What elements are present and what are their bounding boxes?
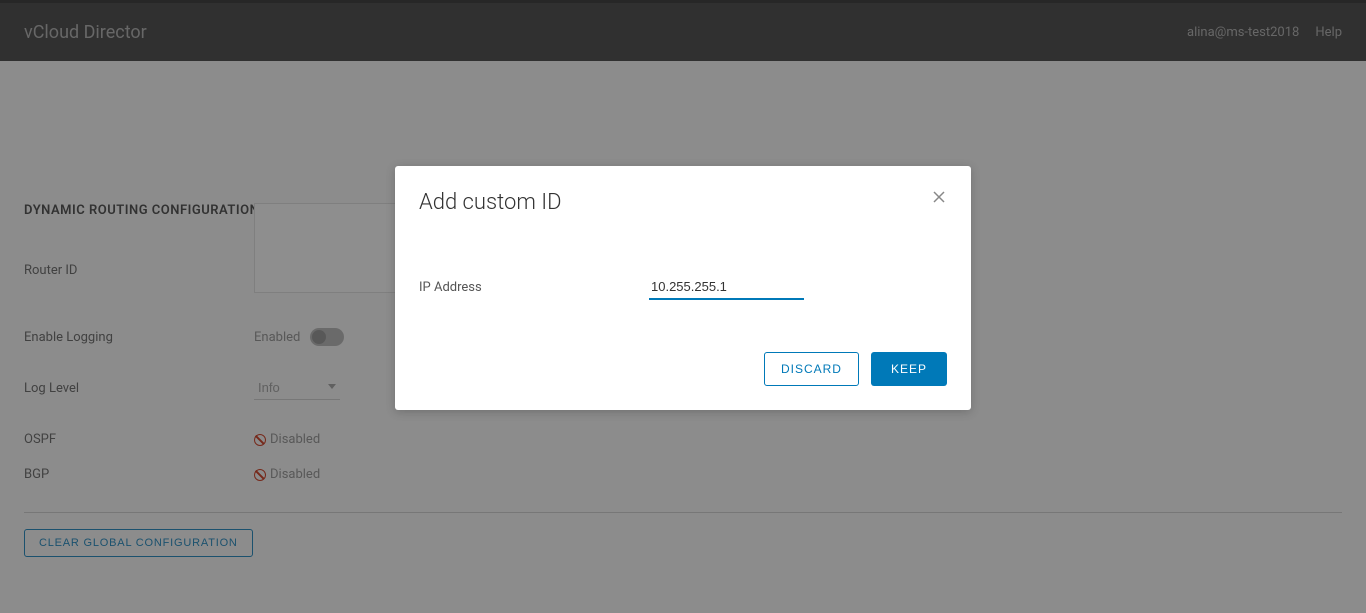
modal-header: Add custom ID bbox=[395, 166, 971, 215]
ip-address-row: IP Address bbox=[419, 275, 947, 300]
modal-footer: DISCARD KEEP bbox=[395, 332, 971, 410]
add-custom-id-modal: Add custom ID IP Address DISCARD KEEP bbox=[395, 166, 971, 410]
modal-title: Add custom ID bbox=[419, 190, 561, 215]
modal-body: IP Address bbox=[395, 215, 971, 332]
discard-button[interactable]: DISCARD bbox=[764, 352, 859, 386]
keep-button[interactable]: KEEP bbox=[871, 352, 947, 386]
close-icon[interactable] bbox=[931, 190, 947, 206]
ip-address-label: IP Address bbox=[419, 280, 649, 295]
ip-address-input[interactable] bbox=[649, 275, 804, 300]
